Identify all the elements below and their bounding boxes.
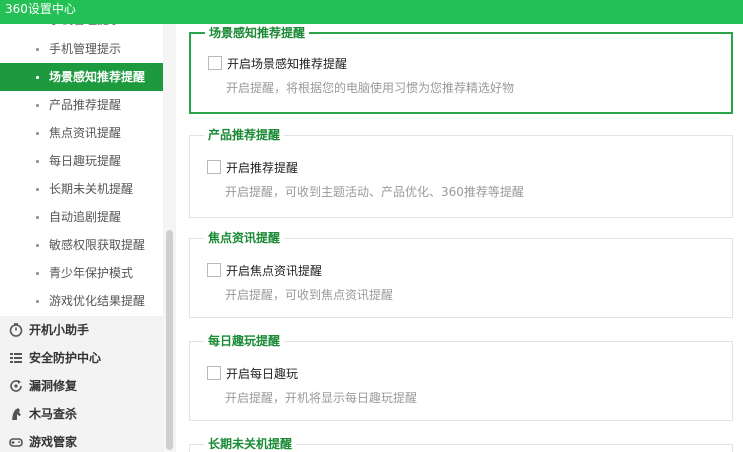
sidebar-item-clipped[interactable]: 手机管理提示 [0,24,163,34]
window-title: 360设置中心 [5,2,76,16]
sidebar-item-label: 产品推荐提醒 [49,98,122,112]
sidebar-item-label: 敏感权限获取提醒 [49,238,146,252]
bullet-icon [36,216,39,219]
bullet-icon [36,76,39,79]
sidebar-group-vuln-fix[interactable]: 漏洞修复 [0,372,163,400]
checkbox-label: 开启场景感知推荐提醒 [227,57,348,71]
bullet-icon [36,160,39,163]
sidebar-item-daily-fun[interactable]: 每日趣玩提醒 [0,147,163,175]
section-daily-fun: 每日趣玩提醒 开启每日趣玩 开启提醒，开机将显示每日趣玩提醒 [189,333,733,421]
sidebar-item-product-recommend[interactable]: 产品推荐提醒 [0,91,163,119]
bullet-icon [36,244,39,247]
sidebar-item-label: 自动追剧提醒 [49,210,122,224]
sidebar-scrollbar[interactable] [163,24,176,452]
section-title: 产品推荐提醒 [204,127,285,143]
bullet-icon [36,272,39,275]
sidebar-group-label: 安全防护中心 [29,351,102,365]
section-description: 开启提醒，将根据您的电脑使用习惯为您推荐精选好物 [226,81,515,95]
sidebar-group-label: 开机小助手 [29,323,90,337]
section-title: 焦点资讯提醒 [204,230,285,246]
sidebar-item-label: 游戏优化结果提醒 [49,294,146,308]
patch-refresh-icon [10,380,22,392]
section-title: 每日趣玩提醒 [204,333,285,349]
section-long-uptime: 长期未关机提醒 [189,436,733,452]
sidebar-group-game-manager[interactable]: 游戏管家 [0,428,163,452]
section-scene-recommend: 场景感知推荐提醒 开启场景感知推荐提醒 开启提醒，将根据您的电脑使用习惯为您推荐… [189,25,733,114]
settings-panel: 场景感知推荐提醒 开启场景感知推荐提醒 开启提醒，将根据您的电脑使用习惯为您推荐… [177,24,743,452]
sidebar-item-label: 长期未关机提醒 [49,182,134,196]
section-product-recommend: 产品推荐提醒 开启推荐提醒 开启提醒，可收到主题活动、产品优化、360推荐等提醒 [189,127,733,218]
sidebar-item-label: 每日趣玩提醒 [49,154,122,168]
sidebar-item-phone-management[interactable]: 手机管理提示 [0,35,163,63]
checkbox-label: 开启焦点资讯提醒 [226,264,323,278]
section-description: 开启提醒，可收到主题活动、产品优化、360推荐等提醒 [225,185,524,199]
sidebar-item-focus-news[interactable]: 焦点资讯提醒 [0,119,163,147]
enable-daily-fun-checkbox[interactable] [207,366,221,380]
sidebar-item-scene-recommend[interactable]: 场景感知推荐提醒 [0,63,163,91]
bullet-icon [36,300,39,303]
enable-product-recommend-checkbox[interactable] [207,160,221,174]
section-description: 开启提醒，开机将显示每日趣玩提醒 [225,391,418,405]
gamepad-icon [9,438,23,447]
sidebar: 手机管理提示 手机管理提示 场景感知推荐提醒 产品推荐提醒 焦点资讯提醒 每日趣… [0,24,176,452]
sidebar-item-sensitive-permission[interactable]: 敏感权限获取提醒 [0,231,163,259]
checkbox-label: 开启每日趣玩 [226,367,299,381]
enable-focus-news-checkbox[interactable] [207,263,221,277]
checkbox-label: 开启推荐提醒 [226,161,299,175]
title-bar: 360设置中心 [0,0,743,24]
sidebar-item-label: 手机管理提示 [49,42,122,56]
section-title: 长期未关机提醒 [204,436,297,452]
sidebar-item-auto-series[interactable]: 自动追剧提醒 [0,203,163,231]
sidebar-item-long-uptime[interactable]: 长期未关机提醒 [0,175,163,203]
sidebar-item-game-optimize[interactable]: 游戏优化结果提醒 [0,287,163,315]
bullet-icon [36,104,39,107]
sidebar-group-startup-assistant[interactable]: 开机小助手 [0,316,163,344]
section-title: 场景感知推荐提醒 [205,25,310,41]
section-description: 开启提醒，可收到焦点资讯提醒 [225,288,394,302]
sidebar-group-trojan-scan[interactable]: 木马查杀 [0,400,163,428]
bullet-icon [36,48,39,51]
section-focus-news: 焦点资讯提醒 开启焦点资讯提醒 开启提醒，可收到焦点资讯提醒 [189,230,733,318]
sidebar-group-label: 游戏管家 [29,435,78,449]
bullet-icon [36,132,39,135]
sidebar-item-label: 青少年保护模式 [49,266,134,280]
sidebar-group-label: 木马查杀 [29,407,78,421]
enable-scene-recommend-checkbox[interactable] [208,56,222,70]
horse-icon [12,408,21,420]
sidebar-item-label: 场景感知推荐提醒 [49,70,146,84]
sidebar-group-label: 漏洞修复 [29,379,78,393]
sidebar-item-teen-protection[interactable]: 青少年保护模式 [0,259,163,287]
scrollbar-thumb[interactable] [166,230,173,450]
power-timer-icon [9,323,23,337]
sidebar-item-label: 焦点资讯提醒 [49,126,122,140]
bullet-icon [36,188,39,191]
shield-list-icon [10,353,22,363]
sidebar-group-security-center[interactable]: 安全防护中心 [0,344,163,372]
